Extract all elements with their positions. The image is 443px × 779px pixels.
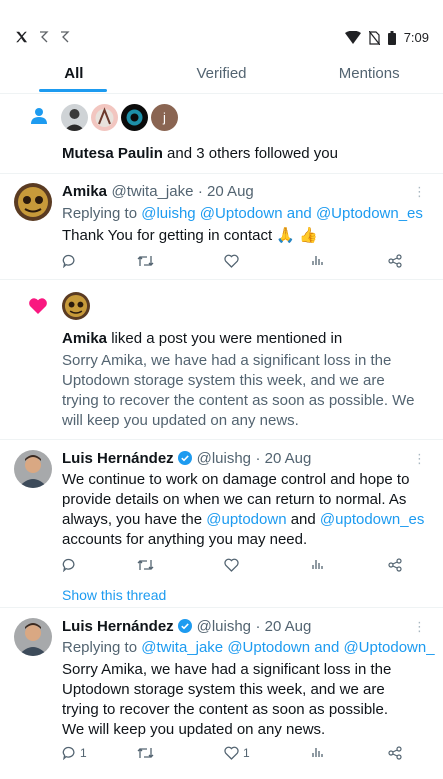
tweet-actions [62,254,412,274]
follow-notification[interactable]: j Mutesa Paulin and 3 others followed yo… [0,96,443,174]
follow-text: Mutesa Paulin and 3 others followed you [62,145,338,162]
tweet-actions [62,558,412,578]
replying-to: Replying to @luishg @Uptodown and @Uptod… [62,205,423,222]
avatar[interactable] [61,104,88,131]
status-bar-right: 7:09 [344,30,429,45]
like-icon [224,254,239,268]
replying-to: Replying to @twita_jake @Uptodown and @U… [62,639,435,656]
tab-mentions[interactable]: Mentions [295,56,443,93]
tweet-luis-reply[interactable]: Luis Hernández @luishg · 20 Aug ⋮ Replyi… [0,608,443,779]
svg-text:j: j [162,110,166,125]
battery-icon [387,30,396,45]
heart-icon [29,298,47,314]
author-name[interactable]: Luis Hernández [62,618,174,635]
status-bar-left [14,30,71,44]
tweet-header: Luis Hernández @luishg · 20 Aug [62,618,311,636]
x-logo-icon [16,31,28,43]
avatar[interactable] [14,183,52,221]
verified-badge-icon [178,619,193,633]
share-icon [388,746,402,760]
tweet-text: Sorry Amika, we have had a significant l… [62,661,392,738]
retweet-button[interactable] [137,746,154,760]
views-icon [312,560,323,569]
more-icon[interactable]: ⋮ [413,451,426,467]
like-count: 1 [243,746,250,760]
no-sim-icon [368,30,380,45]
author-handle[interactable]: @luishg [197,618,251,635]
avatar[interactable] [14,450,52,488]
like-button[interactable]: 1 [224,746,250,760]
tab-verified[interactable]: Verified [148,56,296,93]
share-button[interactable] [388,746,402,760]
views-button[interactable] [312,254,324,266]
reply-icon [62,254,75,268]
like-notification[interactable]: Amika liked a post you were mentioned in… [0,280,443,440]
tweet-actions: 1 1 [62,746,412,766]
avatar[interactable] [14,618,52,656]
more-icon[interactable]: ⋮ [413,184,426,200]
retweet-button[interactable] [137,558,154,572]
retweet-icon [137,256,154,266]
reply-button[interactable] [62,254,76,268]
follower-name[interactable]: Mutesa Paulin [62,145,163,162]
wifi-icon [344,31,361,44]
avatar[interactable] [62,292,90,320]
person-icon [31,108,47,124]
reply-count: 1 [80,746,87,760]
tweet-text: Thank You for getting in contact 🙏 👍 [62,227,318,244]
views-button[interactable] [312,746,324,758]
liker-name[interactable]: Amika [62,330,107,347]
retweet-icon [137,560,154,570]
notification-tabs: All Verified Mentions [0,56,443,94]
views-button[interactable] [312,558,324,570]
tweet-header: Amika @twita_jake · 20 Aug [62,183,254,201]
follower-avatars: j [61,104,178,131]
signal-icon [40,31,49,43]
like-button[interactable] [224,558,239,572]
like-button[interactable] [224,254,239,268]
tweet-date: · 20 Aug [255,450,312,467]
reply-icon [62,746,75,760]
like-icon [224,558,239,572]
mention-link[interactable]: @uptodown [206,511,286,528]
tab-all[interactable]: All [0,56,148,93]
liked-post-text: Sorry Amika, we have had a significant l… [62,352,415,429]
tweet-header: Luis Hernández @luishg · 20 Aug [62,450,311,468]
signal-icon [61,31,70,43]
tweet-date: · 20 Aug [255,618,312,635]
verified-badge-icon [178,451,193,465]
share-icon [388,254,402,268]
tweet-text: We continue to work on damage control an… [62,471,425,548]
avatar[interactable] [121,104,148,131]
clock: 7:09 [403,30,429,45]
reply-button[interactable] [62,558,76,572]
retweet-icon [137,748,154,758]
avatar[interactable]: j [151,104,178,131]
reply-icon [62,558,75,572]
tweet-date: · 20 Aug [197,183,254,200]
author-name[interactable]: Luis Hernández [62,450,174,467]
share-button[interactable] [388,254,402,268]
author-handle[interactable]: @twita_jake [111,183,193,200]
like-text: Amika liked a post you were mentioned in [62,330,343,347]
show-thread-link[interactable]: Show this thread [62,585,166,605]
avatar[interactable] [91,104,118,131]
views-icon [312,256,323,265]
like-icon [224,746,239,760]
retweet-button[interactable] [137,254,154,268]
mention-link[interactable]: @uptodown_es [320,511,424,528]
replying-handles[interactable]: @luishg @Uptodown and @Uptodown_es [141,205,423,222]
share-icon [388,558,402,572]
active-tab-indicator [39,89,107,92]
replying-handles[interactable]: @twita_jake @Uptodown and @Uptodown_ [141,639,434,656]
author-handle[interactable]: @luishg [197,450,251,467]
views-icon [312,748,323,757]
tweet-luis-thread[interactable]: Luis Hernández @luishg · 20 Aug ⋮ We con… [0,440,443,608]
author-name[interactable]: Amika [62,183,107,200]
share-button[interactable] [388,558,402,572]
reply-button[interactable]: 1 [62,746,87,760]
more-icon[interactable]: ⋮ [413,619,426,635]
tweet-amika-reply[interactable]: Amika @twita_jake · 20 Aug ⋮ Replying to… [0,174,443,280]
